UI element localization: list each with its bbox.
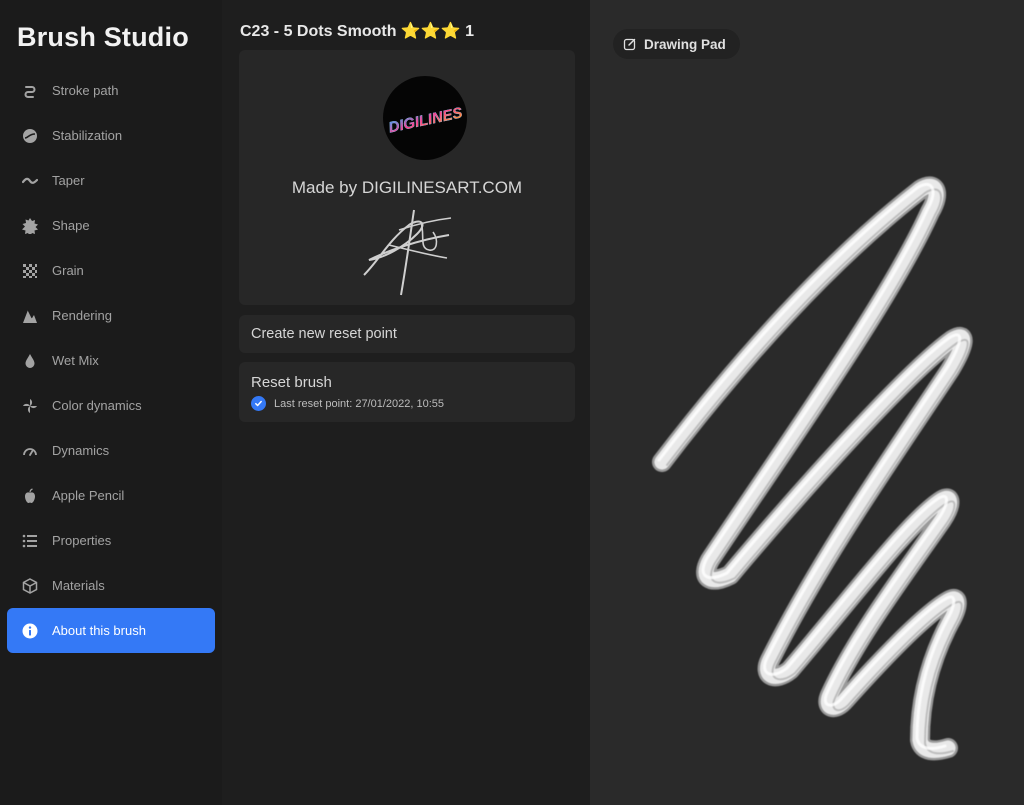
sidebar-item-materials[interactable]: Materials: [7, 563, 215, 608]
sidebar-item-label: Stabilization: [52, 128, 123, 143]
color-dynamics-icon: [21, 397, 39, 415]
grain-icon: [21, 262, 39, 280]
sidebar-item-label: Shape: [52, 218, 90, 233]
sidebar-item-label: Taper: [52, 173, 85, 188]
rendering-icon: [21, 307, 39, 325]
sidebar-item-rendering[interactable]: Rendering: [7, 293, 215, 338]
apple-pencil-icon: [21, 487, 39, 505]
sidebar-item-label: Color dynamics: [52, 398, 142, 413]
sidebar-item-stroke-path[interactable]: Stroke path: [7, 68, 215, 113]
sidebar-item-label: About this brush: [52, 623, 146, 638]
sidebar-item-label: Grain: [52, 263, 84, 278]
create-reset-point-label: Create new reset point: [251, 326, 397, 342]
app-title: Brush Studio: [17, 22, 189, 52]
sidebar-item-taper[interactable]: Taper: [7, 158, 215, 203]
about-panel: C23 - 5 Dots Smooth ⭐⭐⭐ 1 DIGILINES Made…: [222, 0, 590, 805]
stabilization-icon: [21, 127, 39, 145]
sidebar-item-stabilization[interactable]: Stabilization: [7, 113, 215, 158]
sidebar-nav: Stroke path Stabilization Taper Shape Gr…: [7, 68, 215, 653]
sidebar-item-label: Properties: [52, 533, 112, 548]
taper-icon: [21, 172, 39, 190]
sidebar-item-label: Apple Pencil: [52, 488, 125, 503]
made-by-text: Made by DIGILINESART.COM: [291, 178, 523, 197]
create-reset-point-button[interactable]: Create new reset point: [239, 315, 575, 353]
reset-brush-button[interactable]: Reset brush Last reset point: 27/01/2022…: [239, 362, 575, 422]
sidebar-item-color-dynamics[interactable]: Color dynamics: [7, 383, 215, 428]
last-reset-point: Last reset point: 27/01/2022, 10:55: [251, 396, 444, 411]
author-logo: DIGILINES: [383, 76, 467, 160]
sidebar-item-about-this-brush[interactable]: About this brush: [7, 608, 215, 653]
sidebar-item-label: Stroke path: [52, 83, 119, 98]
sidebar-item-label: Materials: [52, 578, 105, 593]
brush-name: C23 - 5 Dots Smooth ⭐⭐⭐ 1: [240, 23, 475, 40]
sidebar-item-label: Rendering: [52, 308, 112, 323]
brush-stroke-preview: [652, 176, 973, 761]
sidebar-item-wet-mix[interactable]: Wet Mix: [7, 338, 215, 383]
info-icon: [21, 622, 39, 640]
sidebar: Brush Studio Stroke path Stabilization T…: [0, 0, 222, 805]
drawing-pad[interactable]: Drawing Pad: [590, 0, 1024, 805]
dynamics-icon: [21, 442, 39, 460]
reset-brush-label: Reset brush: [251, 374, 332, 391]
shape-icon: [21, 217, 39, 235]
materials-icon: [21, 577, 39, 595]
stroke-path-icon: [21, 82, 39, 100]
wet-mix-icon: [21, 352, 39, 370]
author-signature: [363, 209, 452, 296]
svg-text:DIGILINES: DIGILINES: [387, 104, 464, 136]
properties-icon: [21, 532, 39, 550]
sidebar-item-dynamics[interactable]: Dynamics: [7, 428, 215, 473]
sidebar-item-grain[interactable]: Grain: [7, 248, 215, 293]
checkmark-icon: [251, 396, 266, 411]
sidebar-item-label: Dynamics: [52, 443, 110, 458]
sidebar-item-shape[interactable]: Shape: [7, 203, 215, 248]
last-reset-text: Last reset point: 27/01/2022, 10:55: [274, 397, 445, 410]
sidebar-item-label: Wet Mix: [52, 353, 99, 368]
sidebar-item-apple-pencil[interactable]: Apple Pencil: [7, 473, 215, 518]
sidebar-item-properties[interactable]: Properties: [7, 518, 215, 563]
author-card: DIGILINES Made by DIGILINESART.COM: [239, 50, 575, 305]
